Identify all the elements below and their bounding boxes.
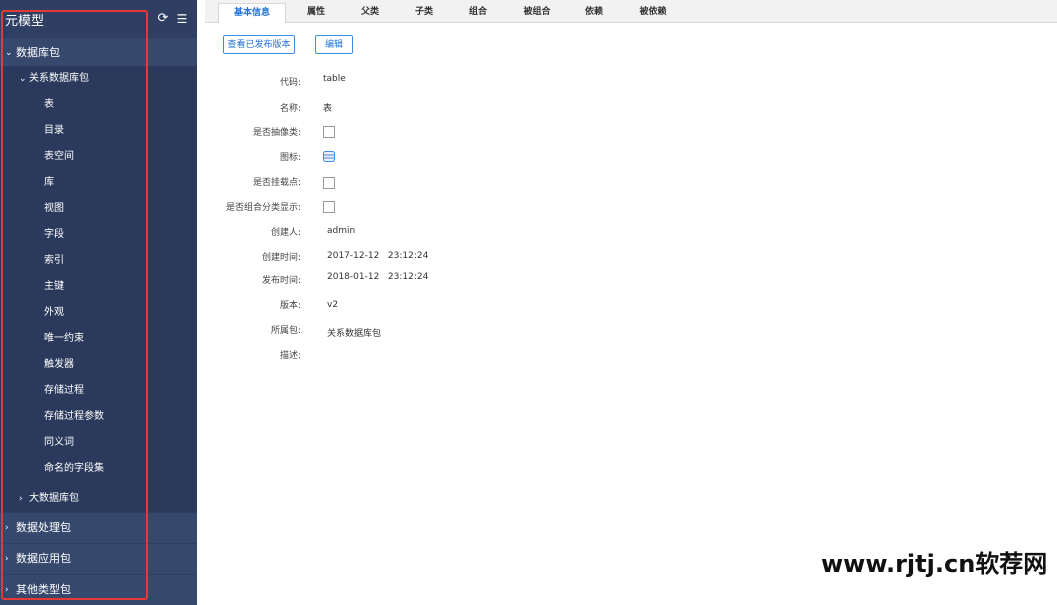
sidebar-item-label: 唯一约束 bbox=[44, 333, 84, 344]
sidebar-group-processing[interactable]: › 数据处理包 bbox=[0, 513, 197, 543]
sidebar-group-label: 数据处理包 bbox=[16, 521, 71, 534]
sidebar-subgroup-bigdata[interactable]: › 大数据库包 bbox=[0, 486, 197, 512]
tab-composed-by[interactable]: 被组合 bbox=[509, 3, 565, 22]
sidebar-item-label: 同义词 bbox=[44, 437, 74, 448]
sidebar-item-label: 主键 bbox=[44, 281, 64, 292]
sidebar-item-label: 表空间 bbox=[44, 151, 74, 162]
sidebar-group-other[interactable]: › 其他类型包 bbox=[0, 575, 197, 605]
is-group-display-checkbox[interactable] bbox=[323, 201, 335, 213]
chevron-right-icon: › bbox=[5, 523, 9, 533]
tab-bar: 基本信息 属性 父类 子类 组合 被组合 依赖 被依赖 bbox=[205, 0, 1057, 23]
sidebar-item-view[interactable]: 视图 bbox=[0, 196, 197, 222]
sidebar-item-trigger[interactable]: 触发器 bbox=[0, 352, 197, 378]
sidebar-subgroup-label: 关系数据库包 bbox=[29, 73, 89, 84]
chevron-right-icon: › bbox=[19, 494, 23, 504]
tab-parent[interactable]: 父类 bbox=[345, 3, 395, 22]
sidebar-item-column[interactable]: 字段 bbox=[0, 222, 197, 248]
field-value-name: 表 bbox=[323, 104, 333, 114]
chevron-right-icon: › bbox=[5, 554, 9, 564]
is-mount-checkbox[interactable] bbox=[323, 177, 335, 189]
sidebar-group-database[interactable]: ⌄ 数据库包 bbox=[0, 38, 197, 68]
tab-children[interactable]: 子类 bbox=[399, 3, 449, 22]
tab-attributes[interactable]: 属性 bbox=[291, 3, 341, 22]
sidebar-group-label: 其他类型包 bbox=[16, 583, 71, 596]
sidebar-item-label: 触发器 bbox=[44, 359, 74, 370]
sidebar-subtree: ⌄ 关系数据库包 表 目录 表空间 库 视图 字段 索引 主键 外观 唯一约束 … bbox=[0, 66, 197, 512]
field-value-creator: admin bbox=[327, 226, 356, 236]
field-label-description: 描述: bbox=[279, 351, 301, 361]
field-value-created-time: 2017-12-12 23:12:24 bbox=[327, 251, 429, 261]
field-value-published-time: 2018-01-12 23:12:24 bbox=[327, 272, 429, 282]
field-label-is-abstract: 是否抽像类: bbox=[252, 128, 301, 138]
field-value-package: 关系数据库包 bbox=[327, 329, 382, 339]
sidebar-group-application[interactable]: › 数据应用包 bbox=[0, 544, 197, 574]
sidebar-item-named-fieldset[interactable]: 命名的字段集 bbox=[0, 456, 197, 482]
sidebar-item-procedure-params[interactable]: 存储过程参数 bbox=[0, 404, 197, 430]
sidebar-item-label: 存储过程 bbox=[44, 385, 84, 396]
sidebar-item-label: 表 bbox=[44, 99, 54, 110]
sidebar-subgroup-label: 大数据库包 bbox=[29, 493, 79, 504]
field-label-published-time: 发布时间: bbox=[261, 276, 301, 286]
watermark: www.rjtj.cn软荐网 bbox=[821, 550, 1048, 578]
database-icon bbox=[323, 151, 335, 162]
field-label-is-mount: 是否挂载点: bbox=[252, 178, 301, 188]
field-label-code: 代码: bbox=[279, 78, 301, 88]
field-label-name: 名称: bbox=[279, 104, 301, 114]
edit-button[interactable]: 编辑 bbox=[315, 35, 353, 54]
refresh-icon[interactable]: ⟳ bbox=[156, 12, 170, 26]
sidebar-item-label: 命名的字段集 bbox=[44, 463, 104, 474]
sidebar-item-tablespace[interactable]: 表空间 bbox=[0, 144, 197, 170]
field-label-icon: 图标: bbox=[279, 153, 301, 163]
sidebar-item-label: 字段 bbox=[44, 229, 64, 240]
is-abstract-checkbox[interactable] bbox=[323, 126, 335, 138]
sidebar-item-label: 索引 bbox=[44, 255, 64, 266]
sidebar-item-unique-constraint[interactable]: 唯一约束 bbox=[0, 326, 197, 352]
field-label-creator: 创建人: bbox=[270, 228, 301, 238]
sidebar-item-appearance[interactable]: 外观 bbox=[0, 300, 197, 326]
sidebar-item-label: 库 bbox=[44, 177, 54, 188]
sidebar-item-catalog[interactable]: 目录 bbox=[0, 118, 197, 144]
tab-dependency[interactable]: 依赖 bbox=[569, 3, 619, 22]
sidebar-item-primary-key[interactable]: 主键 bbox=[0, 274, 197, 300]
field-value-code: table bbox=[323, 74, 346, 84]
sidebar-item-database[interactable]: 库 bbox=[0, 170, 197, 196]
collapse-list-icon[interactable]: ☰ bbox=[175, 12, 189, 26]
field-label-is-group-display: 是否组合分类显示: bbox=[225, 203, 301, 213]
chevron-down-icon: ⌄ bbox=[5, 48, 13, 58]
tab-depended-by[interactable]: 被依赖 bbox=[625, 3, 681, 22]
sidebar-item-stored-procedure[interactable]: 存储过程 bbox=[0, 378, 197, 404]
tab-basic-info[interactable]: 基本信息 bbox=[218, 3, 286, 23]
sidebar-item-label: 外观 bbox=[44, 307, 64, 318]
tab-composition[interactable]: 组合 bbox=[453, 3, 503, 22]
sidebar-item-label: 视图 bbox=[44, 203, 64, 214]
field-label-package: 所属包: bbox=[270, 326, 301, 336]
field-value-version: v2 bbox=[327, 300, 339, 310]
sidebar-item-label: 目录 bbox=[44, 125, 64, 136]
sidebar-group-label: 数据库包 bbox=[16, 46, 60, 59]
sidebar: 元模型 ⟳ ☰ ⌄ 数据库包 ⌄ 关系数据库包 表 目录 表空间 库 视图 字段… bbox=[0, 0, 197, 605]
sidebar-group-label: 数据应用包 bbox=[16, 552, 71, 565]
field-label-version: 版本: bbox=[279, 301, 301, 311]
sidebar-item-label: 存储过程参数 bbox=[44, 411, 104, 422]
sidebar-title: 元模型 bbox=[5, 14, 45, 29]
chevron-down-icon: ⌄ bbox=[19, 74, 27, 84]
sidebar-item-table[interactable]: 表 bbox=[0, 92, 197, 118]
sidebar-item-synonym[interactable]: 同义词 bbox=[0, 430, 197, 456]
sidebar-subgroup-relational[interactable]: ⌄ 关系数据库包 bbox=[0, 66, 197, 92]
sidebar-item-index[interactable]: 索引 bbox=[0, 248, 197, 274]
chevron-right-icon: › bbox=[5, 585, 9, 595]
sidebar-header: 元模型 ⟳ ☰ bbox=[0, 0, 197, 38]
view-published-button[interactable]: 查看已发布版本 bbox=[223, 35, 295, 54]
field-label-created-time: 创建时间: bbox=[261, 253, 301, 263]
